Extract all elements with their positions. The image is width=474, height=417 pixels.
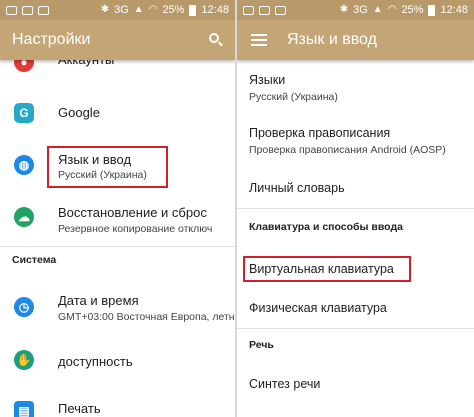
- network-type: 3G: [353, 4, 368, 16]
- settings-item-print[interactable]: ▤ Печать: [0, 390, 235, 417]
- section-header-system: Система: [12, 254, 57, 266]
- notification-icon: [243, 5, 254, 15]
- notification-icon: [22, 5, 33, 15]
- status-bar: ✱ 3G ▲ ◠ 25% 12:48: [237, 0, 474, 20]
- item-label: Синтез речи: [249, 377, 321, 391]
- globe-icon: ◍: [14, 155, 34, 175]
- item-label: Личный словарь: [249, 181, 345, 195]
- language-item-tts[interactable]: Синтез речи: [237, 370, 474, 400]
- notification-icon: [6, 5, 17, 15]
- battery-icon: [189, 4, 197, 16]
- settings-app-bar: Настройки: [0, 20, 235, 60]
- item-label: Печать: [58, 401, 101, 416]
- clock-time: 12:48: [440, 4, 468, 16]
- bluetooth-icon: ✱: [339, 4, 349, 15]
- accessibility-icon: ✋: [14, 350, 34, 370]
- item-label: доступность: [58, 354, 133, 369]
- settings-item-backup-reset[interactable]: ☁ Восстановление и сброс Резервное копир…: [0, 197, 235, 243]
- battery-percent: 25%: [401, 4, 424, 16]
- clock-icon: ◷: [14, 297, 34, 317]
- item-label: Языки: [249, 73, 286, 87]
- divider: [237, 208, 474, 209]
- language-app-bar: Язык и ввод: [237, 20, 474, 60]
- notification-icon: [275, 5, 286, 15]
- highlight-box: [243, 256, 411, 282]
- section-header-speech: Речь: [249, 339, 274, 351]
- item-label: Google: [58, 105, 100, 120]
- item-sublabel: Русский (Украина): [249, 91, 338, 103]
- wifi-icon: ◠: [387, 4, 397, 15]
- item-sublabel: Проверка правописания Android (AOSP): [249, 144, 446, 156]
- item-label: Восстановление и сброс: [58, 205, 207, 220]
- menu-icon[interactable]: [251, 31, 267, 49]
- divider: [237, 328, 474, 329]
- item-label: Дата и время: [58, 293, 139, 308]
- highlight-box: [47, 146, 168, 188]
- divider: [0, 246, 235, 247]
- signal-icon: ▲: [133, 4, 144, 15]
- language-item-physical-keyboard[interactable]: Физическая клавиатура: [237, 294, 474, 324]
- notification-icon: [38, 5, 49, 15]
- clock-time: 12:48: [201, 4, 229, 16]
- backup-icon: ☁: [14, 207, 34, 227]
- language-input-panel: ✱ 3G ▲ ◠ 25% 12:48 Язык и ввод Языки Рус…: [237, 0, 474, 417]
- google-icon: G: [14, 103, 34, 123]
- item-label: Проверка правописания: [249, 126, 391, 140]
- page-title: Настройки: [12, 31, 91, 48]
- language-item-spell-checker[interactable]: Проверка правописания Проверка правописа…: [237, 118, 474, 164]
- language-item-personal-dictionary[interactable]: Личный словарь: [237, 170, 474, 206]
- settings-item-google[interactable]: G Google: [0, 92, 235, 132]
- item-sublabel: Резервное копирование отключ: [58, 223, 213, 235]
- bluetooth-icon: ✱: [100, 4, 110, 15]
- search-icon[interactable]: [209, 33, 223, 47]
- status-bar: ✱ 3G ▲ ◠ 25% 12:48: [0, 0, 235, 20]
- page-title: Язык и ввод: [287, 31, 377, 48]
- language-item-languages[interactable]: Языки Русский (Украина): [237, 64, 474, 112]
- print-icon: ▤: [14, 401, 34, 417]
- item-sublabel: GMT+03:00 Восточная Европа, летнее: [58, 311, 235, 323]
- battery-icon: [428, 4, 436, 16]
- section-header-keyboards: Клавиатура и способы ввода: [249, 221, 403, 233]
- settings-item-accessibility[interactable]: ✋ доступность: [0, 342, 235, 378]
- settings-item-date-time[interactable]: ◷ Дата и время GMT+03:00 Восточная Европ…: [0, 283, 235, 329]
- item-label: Физическая клавиатура: [249, 301, 387, 315]
- wifi-icon: ◠: [148, 4, 158, 15]
- settings-panel: ✱ 3G ▲ ◠ 25% 12:48 Настройки ● Аккаунты …: [0, 0, 235, 417]
- network-type: 3G: [114, 4, 129, 16]
- battery-percent: 25%: [162, 4, 185, 16]
- notification-icon: [259, 5, 270, 15]
- signal-icon: ▲: [372, 4, 383, 15]
